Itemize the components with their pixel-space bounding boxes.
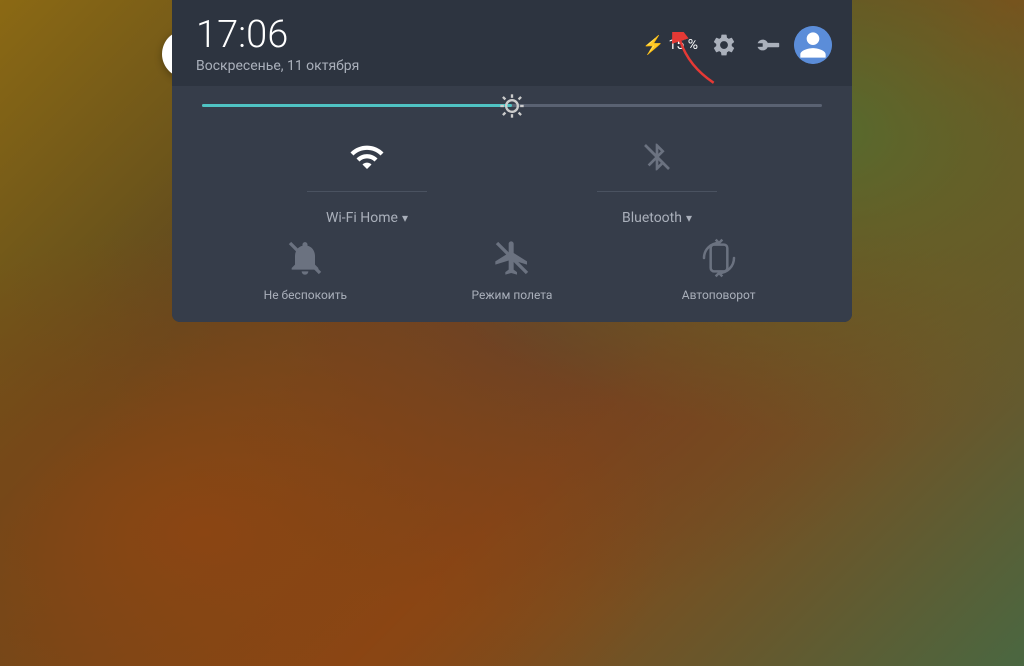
avatar-icon <box>794 26 832 64</box>
wifi-label: Wi-Fi Home <box>326 210 398 226</box>
battery-section: ⚡ 15 % <box>642 35 698 56</box>
dnd-icon-area <box>283 236 327 280</box>
battery-percentage: 15 % <box>669 37 698 53</box>
dnd-icon <box>285 238 325 278</box>
quick-actions-row: Не беспокоить Режим полета <box>192 236 832 302</box>
dnd-label: Не беспокоить <box>264 288 347 302</box>
date-display: Воскресенье, 11 октября <box>196 58 359 74</box>
bluetooth-label-row: Bluetooth ▾ <box>622 210 692 226</box>
user-avatar[interactable] <box>794 26 832 64</box>
time-section: 17:06 Воскресенье, 11 октября <box>196 16 359 74</box>
bluetooth-label: Bluetooth <box>622 210 682 226</box>
wifi-chevron-icon: ▾ <box>402 211 408 225</box>
airplane-label: Режим полета <box>471 288 552 302</box>
wrench-button[interactable] <box>750 27 786 63</box>
dnd-toggle[interactable]: Не беспокоить <box>255 236 355 302</box>
wrench-icon <box>754 31 782 59</box>
header-icons: ⚡ 15 % <box>642 26 832 64</box>
bluetooth-icon-area <box>635 135 679 179</box>
quick-toggles: Wi-Fi Home ▾ Bluetooth ▾ <box>172 125 852 322</box>
brightness-slider-thumb[interactable] <box>498 92 526 120</box>
wifi-toggle[interactable]: Wi-Fi Home ▾ <box>307 135 427 226</box>
time-display: 17:06 <box>196 16 359 54</box>
wifi-divider <box>307 191 427 192</box>
panel-header: 17:06 Воскресенье, 11 октября ⚡ 15 % <box>172 0 852 86</box>
airplane-icon <box>492 238 532 278</box>
airplane-icon-area <box>490 236 534 280</box>
airplane-toggle[interactable]: Режим полета <box>462 236 562 302</box>
notification-panel: 17:06 Воскресенье, 11 октября ⚡ 15 % <box>172 0 852 322</box>
brightness-slider-track[interactable] <box>202 104 822 107</box>
bluetooth-icon <box>641 139 673 175</box>
autorotate-icon <box>699 238 739 278</box>
autorotate-icon-area <box>697 236 741 280</box>
settings-gear-icon <box>711 32 737 58</box>
brightness-section[interactable] <box>172 86 852 125</box>
wifi-label-row: Wi-Fi Home ▾ <box>326 210 408 226</box>
battery-icon: ⚡ <box>642 35 664 56</box>
autorotate-toggle[interactable]: Автоповорот <box>669 236 769 302</box>
wifi-icon <box>347 139 387 175</box>
bluetooth-divider <box>597 191 717 192</box>
bluetooth-toggle[interactable]: Bluetooth ▾ <box>597 135 717 226</box>
autorotate-label: Автоповорот <box>682 288 756 302</box>
wifi-icon-area <box>345 135 389 179</box>
bluetooth-chevron-icon: ▾ <box>686 211 692 225</box>
toggles-row-1: Wi-Fi Home ▾ Bluetooth ▾ <box>192 135 832 226</box>
brightness-slider-fill <box>202 104 512 107</box>
settings-button[interactable] <box>706 27 742 63</box>
